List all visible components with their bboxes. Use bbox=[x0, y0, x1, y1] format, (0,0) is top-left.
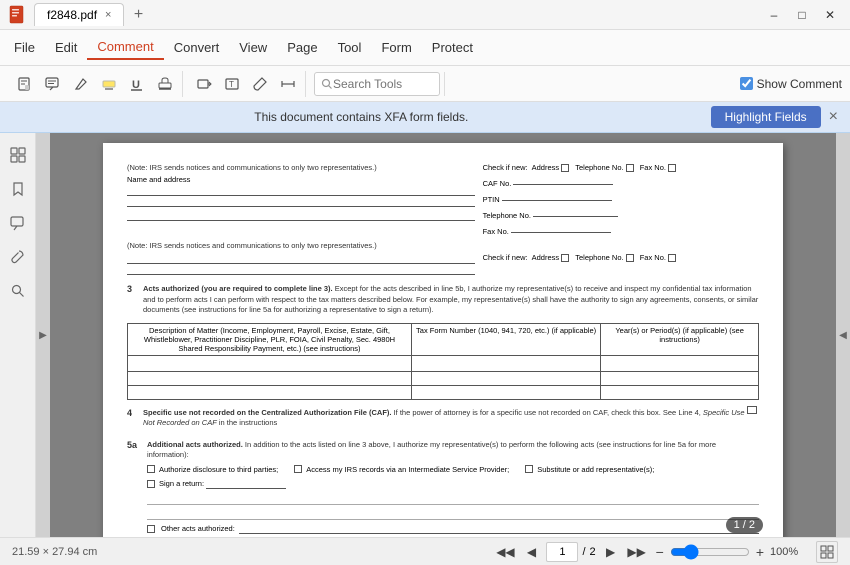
show-comment-checkbox[interactable] bbox=[740, 77, 753, 90]
comment-list-btn[interactable] bbox=[4, 209, 32, 237]
maximize-button[interactable]: □ bbox=[790, 3, 814, 27]
toolbar-group-tools: U bbox=[8, 71, 183, 97]
titlebar: f2848.pdf × + – □ ✕ bbox=[0, 0, 850, 30]
notification-bar: This document contains XFA form fields. … bbox=[0, 102, 850, 133]
show-comment-text: Show Comment bbox=[757, 77, 842, 91]
page-number-input[interactable] bbox=[546, 542, 578, 562]
page-separator: / bbox=[582, 546, 585, 558]
page-navigation: ◀◀ ◀ / 2 ▶ ▶▶ bbox=[494, 541, 647, 563]
menu-form[interactable]: Form bbox=[371, 36, 421, 59]
attachment-btn[interactable] bbox=[4, 243, 32, 271]
search-sidebar-btn[interactable] bbox=[4, 277, 32, 305]
prev-page-btn[interactable]: ◀ bbox=[520, 541, 542, 563]
highlight-fields-button[interactable]: Highlight Fields bbox=[711, 106, 821, 128]
text-box-btn[interactable]: T bbox=[219, 71, 245, 97]
pdf-page: (Note: IRS sends notices and communicati… bbox=[103, 143, 783, 537]
stamp-btn[interactable] bbox=[152, 71, 178, 97]
cb-sign[interactable]: Sign a return: bbox=[147, 478, 286, 490]
section3-num: 3 bbox=[127, 284, 143, 294]
toolbar-group-search bbox=[310, 72, 445, 96]
additional-acts-text: Additional acts authorized. In addition … bbox=[147, 440, 759, 461]
note2-text: (Note: IRS sends notices and communicati… bbox=[127, 241, 759, 250]
menu-page[interactable]: Page bbox=[277, 36, 327, 59]
menubar: File Edit Comment Convert View Page Tool… bbox=[0, 30, 850, 66]
bookmark-btn[interactable] bbox=[4, 175, 32, 203]
highlight-btn[interactable] bbox=[96, 71, 122, 97]
menu-comment[interactable]: Comment bbox=[87, 35, 163, 60]
cb-substitute[interactable]: Substitute or add representative(s); bbox=[525, 465, 654, 474]
section4-num: 4 bbox=[127, 408, 143, 418]
tab-filename: f2848.pdf bbox=[47, 8, 97, 22]
window-controls: – □ ✕ bbox=[762, 3, 842, 27]
acts-para: Acts authorized (you are required to com… bbox=[143, 284, 759, 316]
last-page-btn[interactable]: ▶▶ bbox=[626, 541, 648, 563]
zoom-in-btn[interactable]: + bbox=[756, 544, 764, 560]
close-tab-btn[interactable]: × bbox=[105, 9, 111, 21]
show-comment-label[interactable]: Show Comment bbox=[740, 77, 842, 91]
page-dimensions: 21.59 × 27.94 cm bbox=[12, 546, 486, 558]
attach-btn[interactable] bbox=[247, 71, 273, 97]
zoom-level-display: 100% bbox=[770, 546, 810, 558]
first-page-btn[interactable]: ◀◀ bbox=[494, 541, 516, 563]
menu-tool[interactable]: Tool bbox=[328, 36, 372, 59]
note1-text: (Note: IRS sends notices and communicati… bbox=[127, 163, 475, 172]
left-sidebar-collapse[interactable]: ▶ bbox=[36, 133, 50, 537]
close-window-button[interactable]: ✕ bbox=[818, 3, 842, 27]
sticky-note-btn[interactable] bbox=[12, 71, 38, 97]
shape-btn[interactable] bbox=[191, 71, 217, 97]
measure-btn[interactable] bbox=[275, 71, 301, 97]
file-tab[interactable]: f2848.pdf × bbox=[34, 3, 124, 26]
search-tools-box[interactable] bbox=[314, 72, 440, 96]
notification-close-button[interactable]: × bbox=[829, 108, 838, 126]
page-badge: 1 / 2 bbox=[726, 517, 763, 533]
total-pages: 2 bbox=[590, 546, 596, 558]
zoom-controls: − + 100% bbox=[656, 541, 838, 563]
pencil-btn[interactable] bbox=[68, 71, 94, 97]
pdf-container[interactable]: (Note: IRS sends notices and communicati… bbox=[50, 133, 836, 537]
minimize-button[interactable]: – bbox=[762, 3, 786, 27]
toolbar-group-shapes: T bbox=[187, 71, 306, 97]
menu-protect[interactable]: Protect bbox=[422, 36, 483, 59]
toolbar: U T Show Comment bbox=[0, 66, 850, 102]
zoom-out-btn[interactable]: − bbox=[656, 544, 664, 560]
statusbar: 21.59 × 27.94 cm ◀◀ ◀ / 2 ▶ ▶▶ − + 100% bbox=[0, 537, 850, 565]
svg-text:T: T bbox=[229, 80, 234, 89]
table-col2: Tax Form Number (1040, 941, 720, etc.) (… bbox=[411, 323, 600, 355]
search-icon bbox=[321, 78, 333, 90]
menu-file[interactable]: File bbox=[4, 36, 45, 59]
text-comment-btn[interactable] bbox=[40, 71, 66, 97]
main-area: ▶ (Note: IRS sends notices and communica… bbox=[0, 133, 850, 537]
show-comment-area: Show Comment bbox=[740, 77, 842, 91]
new-tab-button[interactable]: + bbox=[126, 3, 150, 27]
section5a-label: 5a bbox=[127, 440, 147, 450]
other-acts-row: Other acts authorized: bbox=[147, 523, 759, 535]
app-icon bbox=[8, 5, 28, 25]
right-sidebar-collapse[interactable]: ◀ bbox=[836, 133, 850, 537]
name-label: Name and address bbox=[127, 175, 475, 184]
table-col1: Description of Matter (Income, Employmen… bbox=[128, 323, 412, 355]
cb-access[interactable]: Access my IRS records via an Intermediat… bbox=[294, 465, 509, 474]
specific-use-text: Specific use not recorded on the Central… bbox=[143, 408, 747, 429]
menu-edit[interactable]: Edit bbox=[45, 36, 87, 59]
left-sidebar bbox=[0, 133, 36, 537]
search-tools-input[interactable] bbox=[333, 77, 433, 91]
next-page-btn[interactable]: ▶ bbox=[600, 541, 622, 563]
thumbnail-btn[interactable] bbox=[4, 141, 32, 169]
svg-text:U: U bbox=[132, 79, 140, 91]
table-col3: Year(s) or Period(s) (if applicable) (se… bbox=[601, 323, 759, 355]
cb-disclosure[interactable]: Authorize disclosure to third parties; bbox=[147, 465, 278, 474]
zoom-slider[interactable] bbox=[670, 544, 750, 560]
fit-page-btn[interactable] bbox=[816, 541, 838, 563]
menu-view[interactable]: View bbox=[229, 36, 277, 59]
notification-text: This document contains XFA form fields. bbox=[12, 110, 711, 124]
underline-btn[interactable]: U bbox=[124, 71, 150, 97]
menu-convert[interactable]: Convert bbox=[164, 36, 230, 59]
